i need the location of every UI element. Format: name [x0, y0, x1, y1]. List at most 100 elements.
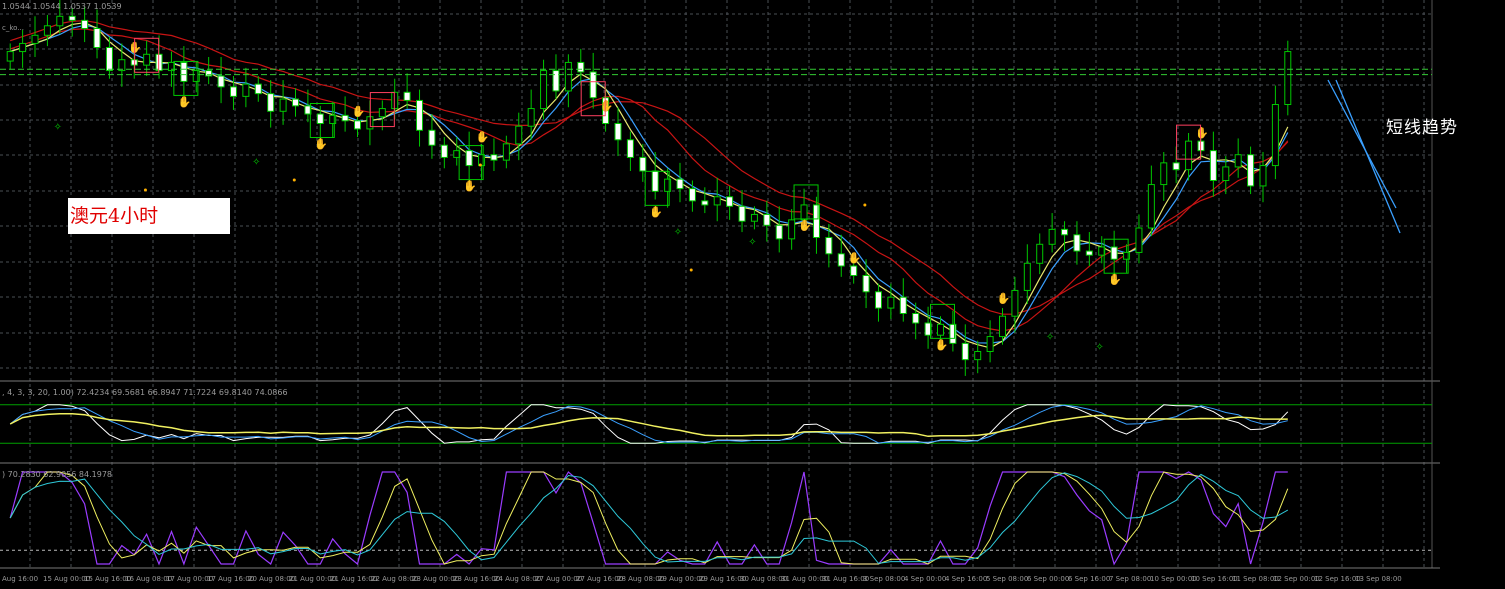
grid [0, 0, 1440, 569]
chart-window: ✋ ✋ ✋ ✋ ✋ ✋ ✋ ✋ ✋ ✋ ✋ ✋ ✋ ✋ ✧ ✧ ✧ ✧ ✧ ✧ Aug 16:00 15 Aug 00:… [0, 0, 1505, 585]
x-axis-ticks: Aug 16:00 15 Aug 00:0015 Aug 16:0016 Aug … [2, 575, 1402, 583]
candle-bear [180, 61, 188, 82]
candle-bull [502, 143, 510, 161]
x-tick-label: 4 Sep 16:00 [945, 575, 987, 583]
x-tick-label: 12 Sep 16:00 [1314, 575, 1361, 583]
fractal-down-icon: ✋ [314, 138, 328, 151]
fractal-down-icon: ✋ [1108, 273, 1122, 286]
candle-bull [986, 336, 994, 353]
candle-bear [490, 154, 498, 161]
candle-bull [750, 213, 758, 222]
x-tick-label: 10 Sep 00:00 [1150, 575, 1197, 583]
candle-bear [105, 47, 113, 72]
candle-bull [664, 178, 672, 192]
candle-bull [143, 53, 151, 66]
candle-bear [812, 204, 820, 239]
annotation-box: 澳元4小时 [68, 198, 230, 234]
candle-bull [329, 114, 337, 124]
candle-bear [850, 265, 858, 276]
candle-bear [1085, 250, 1093, 256]
trend-arrows [1327, 79, 1401, 234]
fractal-up-icon: ✋ [476, 131, 490, 144]
candle-bull [800, 204, 808, 221]
candle-bear [68, 15, 76, 21]
trend-line-1 [1327, 79, 1397, 209]
candle-bear [862, 275, 870, 293]
candle-bear [217, 75, 225, 88]
candle-bear [701, 200, 709, 206]
candle-bear [205, 70, 213, 77]
dot-marker [478, 163, 482, 167]
x-tick-label: 3 Sep 08:00 [863, 575, 905, 583]
candle-bull [1284, 51, 1292, 105]
candle-bear [577, 61, 585, 73]
star-icon: ✧ [748, 237, 756, 248]
trend-label: 短线趋势 [1386, 118, 1458, 138]
osc1-header: , 4, 3, 3, 20, 1.00) 72.4234 69.5681 66.… [2, 388, 288, 397]
dot-marker [863, 203, 867, 207]
fractal-up-icon: ✋ [1195, 127, 1209, 140]
candle-bear [949, 323, 957, 344]
candle-bear [1172, 162, 1180, 171]
candle-bull [1222, 166, 1230, 182]
candle-bear [763, 213, 771, 226]
candle-bear [93, 28, 101, 48]
moving-averages [10, 20, 1289, 349]
candle-bull [378, 108, 386, 118]
fractal-down-icon: ✋ [649, 205, 663, 218]
main-header: 1.0544 1.0544 1.0537 1.0539 [2, 2, 122, 11]
candle-bear [961, 342, 969, 361]
fractal-down-icon: ✋ [463, 180, 477, 193]
candle-bear [416, 99, 424, 131]
dot-marker [689, 268, 693, 272]
candle-bull [974, 351, 982, 361]
candle-bear [775, 224, 783, 240]
candle-bull [515, 125, 523, 145]
fractal-down-icon: ✋ [178, 95, 192, 108]
star-icon: ✧ [54, 122, 62, 133]
candle-bear [589, 71, 597, 99]
osc1-line-blue [9, 404, 1288, 444]
fractal-up-icon: ✋ [600, 100, 614, 113]
fractal-up-icon: ✋ [848, 252, 862, 265]
oscillator-panel-1 [0, 404, 1432, 444]
candle-bull [1147, 184, 1155, 229]
candle-bear [899, 296, 907, 315]
osc2-header: ) 70.2830 62.9056 84.1978 [2, 470, 112, 479]
candle-bear [837, 253, 845, 267]
candle-bear [341, 114, 349, 122]
candle-bull [6, 51, 14, 62]
candle-bear [316, 113, 324, 124]
chart-svg[interactable]: ✋✋✋✋✋✋✋✋✋✋✋✋✋✋✧✧✧✧✧✧ Aug 16:00 15 Aug 00:… [0, 0, 1505, 585]
candle-bull [192, 70, 200, 82]
x-tick-label: 6 Sep 16:00 [1068, 575, 1110, 583]
indicator-label: c_ko... [2, 24, 24, 32]
x-tick-label: 13 Sep 08:00 [1355, 575, 1402, 583]
x-tick-label: 12 Sep 00:00 [1273, 575, 1320, 583]
x-tick-label: 7 Sep 08:00 [1109, 575, 1151, 583]
candle-bull [1259, 165, 1267, 187]
oscillator-panel-2 [0, 471, 1432, 566]
candle-bull [1234, 154, 1242, 168]
candle-bear [403, 91, 411, 101]
candle-bull [1011, 289, 1019, 317]
candle-bear [726, 196, 734, 207]
candle-bear [912, 313, 920, 324]
candle-bull [713, 196, 721, 206]
candle-bull [1135, 227, 1143, 253]
candle-bull [1023, 262, 1031, 291]
candle-bull [1271, 104, 1279, 167]
candle-bull [242, 83, 250, 97]
star-icon: ✧ [1096, 342, 1104, 353]
candle-bear [688, 188, 696, 202]
candle-bull [43, 25, 51, 36]
fractal-down-icon: ✋ [798, 219, 812, 232]
candle-bear [440, 144, 448, 158]
candle-bear [254, 83, 262, 95]
dot-marker [292, 178, 296, 182]
candle-bear [614, 123, 622, 141]
candle-bull [527, 108, 535, 127]
dot-marker [143, 188, 147, 192]
candle-bear [874, 291, 882, 309]
star-icon: ✧ [252, 157, 260, 168]
